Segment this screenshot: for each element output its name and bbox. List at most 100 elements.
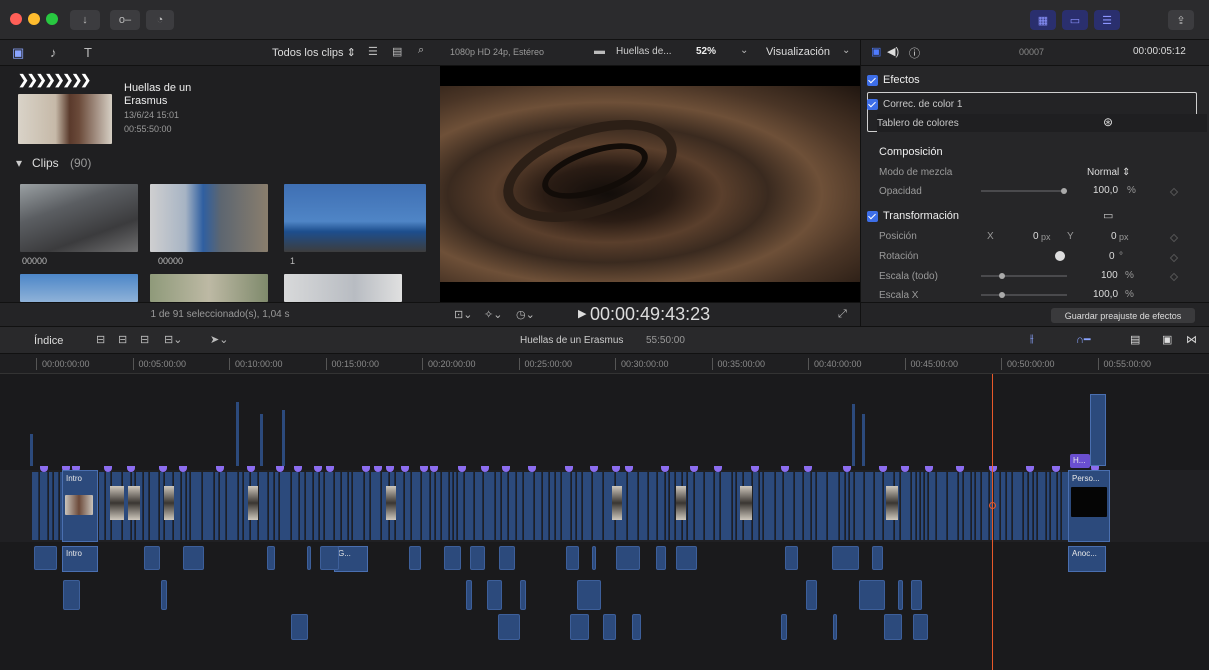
storyline-clip[interactable] [412,472,421,540]
audio-clip[interactable] [832,546,859,570]
audio-clip[interactable] [307,546,311,570]
audio-clip[interactable] [267,546,275,570]
inspector-toggle-icon[interactable]: ☰ [1094,10,1120,30]
clip-thumbnail-1[interactable] [20,184,138,252]
storyline-clip[interactable] [543,472,549,540]
storyline-clip[interactable] [846,472,849,540]
rotation-value[interactable]: 0 [1109,251,1115,262]
index-button[interactable]: Índice [34,335,63,347]
audio-clip[interactable] [911,580,922,610]
storyline-clip[interactable] [817,472,827,540]
storyline-clip[interactable] [99,472,105,540]
effects-section[interactable]: Efectos [867,70,1197,90]
audio-clip[interactable] [470,546,485,570]
keywords-icon[interactable]: o– [110,10,140,30]
storyline-clip[interactable] [458,472,464,540]
storyline-clip[interactable] [191,472,202,540]
storyline-clip[interactable] [259,472,268,540]
libraries-icon[interactable]: ▣ [12,45,24,61]
storyline-clip[interactable] [422,472,430,540]
transform-tools-icon[interactable]: ⊡⌄ [454,308,472,321]
intro-clip[interactable]: Intro [62,470,98,542]
storyline-clip[interactable] [187,472,190,540]
clip-thumbnail-6[interactable] [284,274,402,302]
audio-clip[interactable] [466,580,472,610]
storyline-clip[interactable] [875,472,883,540]
view-chevron-icon[interactable]: ⌄ [842,45,850,56]
position-y-value[interactable]: 0 [1111,231,1117,242]
storyline-clip[interactable] [535,472,542,540]
opacity-knob[interactable] [1061,188,1067,194]
storyline-clip[interactable] [215,472,219,540]
timeline-area[interactable]: Intro Perso... H... Intro G... Anoc... [0,374,1209,670]
storyline-clip[interactable] [325,472,334,540]
transform-onscreen-icon[interactable]: ▭ [1103,209,1113,222]
audio-clip[interactable] [781,614,787,640]
transitions-browser-icon[interactable]: ⋈ [1186,333,1197,346]
audio-inspector-icon[interactable]: ◀) [887,45,899,58]
storyline-clip[interactable] [275,472,279,540]
storyline-clip[interactable] [828,472,839,540]
g-audio-clip[interactable]: G... [334,546,368,572]
storyline-clip[interactable] [371,472,381,540]
fullscreen-icon[interactable]: ⤢ [838,308,847,321]
effects-browser-icon[interactable]: ▣ [1162,333,1172,346]
storyline-clip[interactable] [306,472,313,540]
storyline-clip[interactable] [556,472,561,540]
audio-clip[interactable] [872,546,883,570]
storyline-clip[interactable] [144,472,149,540]
clip-thumbnail-5[interactable] [150,274,268,302]
opacity-slider[interactable] [981,190,1067,192]
storyline-clip[interactable] [812,472,816,540]
storyline-clip[interactable] [353,472,364,540]
filmstrip-view-icon[interactable]: ▤ [392,45,402,58]
storyline-clip[interactable] [850,472,854,540]
storyline-clip[interactable] [292,472,299,540]
clip-thumbnail-3[interactable] [284,184,426,252]
storyline-clip[interactable] [320,472,324,540]
playhead[interactable] [992,374,993,670]
storyline-clip[interactable] [454,472,457,540]
zoom-level[interactable]: 52% [696,46,716,57]
storyline-clip[interactable] [1029,472,1033,540]
play-icon[interactable]: ▶ [578,307,586,320]
storyline-clip[interactable] [1024,472,1028,540]
overwrite-clip-icon[interactable]: ⊟⌄ [164,333,182,346]
audio-clip[interactable] [592,546,596,570]
storyline-clip[interactable] [342,472,348,540]
clip-thumbnail-2[interactable] [150,184,268,252]
audio-clip[interactable] [632,614,641,640]
list-view-icon[interactable]: ☰ [368,45,378,58]
video-inspector-icon[interactable]: ▣ [871,45,881,58]
storyline-clip[interactable] [300,472,305,540]
color-board-arrow-icon[interactable]: ⊛ [1103,115,1113,129]
audio-clip[interactable] [63,580,80,610]
color-correction-row[interactable]: Correc. de color 1 [867,94,1197,114]
scale-all-slider[interactable] [981,275,1067,277]
audio-clip[interactable] [291,614,308,640]
storyline-clip[interactable] [335,472,341,540]
storyline-clip[interactable] [40,472,48,540]
storyline-clip[interactable] [865,472,874,540]
transform-section[interactable]: Transformación ▭ [867,206,1197,226]
storyline-clip[interactable] [174,472,181,540]
audio-clip[interactable] [616,546,640,570]
clips-disclosure-icon[interactable]: ▾ [16,156,22,170]
titles-generators-icon[interactable]: T [84,45,92,60]
storyline-clip[interactable] [496,472,501,540]
storyline-clip[interactable] [562,472,571,540]
storyline-clip[interactable] [628,472,638,540]
effects-checkbox[interactable] [867,74,878,86]
storyline-clip[interactable] [475,472,483,540]
connected-clip[interactable] [236,402,239,466]
storyline-clip[interactable] [1047,472,1050,540]
storyline-clip[interactable] [550,472,555,540]
zoom-window-button[interactable] [46,13,58,25]
scale-x-knob[interactable] [999,292,1005,298]
audio-clip[interactable] [577,580,601,610]
storyline-clip[interactable] [502,472,508,540]
storyline-clip[interactable] [203,472,214,540]
storyline-clip[interactable] [405,472,411,540]
storyline-clip[interactable] [972,472,975,540]
storyline-clip[interactable] [948,472,958,540]
